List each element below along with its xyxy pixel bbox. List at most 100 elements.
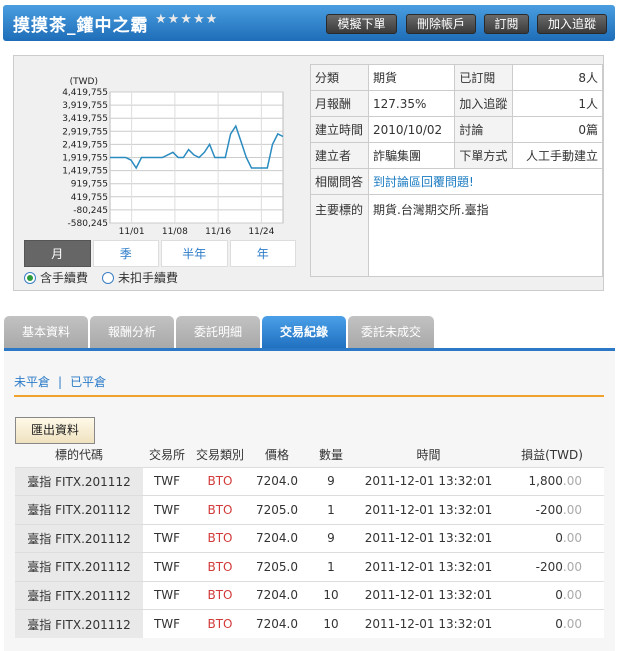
y-tick-label: 4,419,755: [62, 88, 108, 98]
y-tick-label: 419,755: [71, 193, 108, 203]
pl-dec: .00: [562, 617, 582, 631]
cell-type: BTO: [191, 523, 249, 553]
col-header: 交易類別: [195, 448, 244, 463]
info-key: 下單方式: [454, 142, 514, 169]
cell-exchange: TWF: [143, 466, 191, 496]
cell-pl: 0.00: [500, 609, 604, 638]
cell-time: 2011-12-01 13:32:01: [357, 609, 500, 638]
cell-price: 7204.0: [249, 580, 305, 610]
table-row: 臺指 FITX.201112 TWF BTO 7204.0 10 2011-12…: [15, 580, 604, 610]
info-key: 建立者: [310, 142, 369, 169]
info-key: 分類: [310, 64, 369, 91]
pl-int: -200: [535, 559, 563, 574]
y-tick-label: -580,245: [68, 219, 108, 229]
tab-return-analysis[interactable]: 報酬分析: [90, 316, 174, 349]
cell-exchange: TWF: [143, 609, 191, 638]
cell-qty: 9: [305, 466, 357, 496]
tab-order-details[interactable]: 委託明細: [176, 316, 260, 349]
cell-qty: 1: [305, 552, 357, 581]
cell-exchange: TWF: [143, 523, 191, 553]
info-table: 分類 期貨 已訂閱 8人 月報酬 127.35% 加入追蹤 1人 建立時間 20…: [310, 64, 603, 277]
cell-qty: 10: [305, 580, 357, 610]
subscribe-button[interactable]: 訂閱: [484, 14, 529, 34]
table-row: 臺指 FITX.201112 TWF BTO 7204.0 10 2011-12…: [15, 609, 604, 638]
delete-account-button[interactable]: 刪除帳戶: [406, 14, 476, 34]
cell-type: BTO: [191, 466, 249, 496]
info-value: 人工手動建立: [512, 142, 603, 169]
cell-code: 臺指 FITX.201112: [15, 495, 143, 524]
period-quarter[interactable]: 季: [92, 240, 159, 267]
y-axis-label: (TWD): [70, 77, 98, 87]
info-key: 主要標的: [310, 194, 369, 277]
info-value: 詐騙集團: [367, 142, 456, 169]
cell-pl: -200.00: [500, 552, 604, 581]
col-header: 時間: [416, 448, 441, 463]
period-half-year[interactable]: 半年: [161, 240, 228, 267]
cell-type: BTO: [191, 552, 249, 581]
cell-pl: 0.00: [500, 580, 604, 610]
table-row: 臺指 FITX.201112 TWF BTO 7204.0 9 2011-12-…: [15, 466, 604, 496]
closed-positions-link[interactable]: 已平倉: [70, 375, 106, 389]
pl-int: 0: [555, 617, 563, 631]
cell-qty: 1: [305, 495, 357, 524]
position-filter: 未平倉 | 已平倉: [14, 373, 106, 390]
col-header: 損益(TWD): [521, 448, 583, 463]
cell-time: 2011-12-01 13:32:01: [357, 580, 500, 610]
period-year[interactable]: 年: [229, 240, 296, 267]
period-month[interactable]: 月: [24, 240, 91, 267]
pl-int: 0: [555, 531, 563, 546]
radio-label: 含手續費: [40, 271, 89, 285]
cell-type: BTO: [191, 580, 249, 610]
cell-time: 2011-12-01 13:32:01: [357, 466, 500, 496]
y-tick-label: 2,919,755: [62, 127, 108, 137]
info-key: 已訂閱: [454, 64, 514, 91]
tab-trade-records[interactable]: 交易紀錄: [262, 316, 346, 349]
col-header: 價格: [264, 448, 289, 463]
cell-type: BTO: [191, 609, 249, 638]
info-key: 建立時間: [310, 116, 369, 143]
tab-bar: 基本資料 報酬分析 委託明細 交易紀錄 委託未成交: [4, 316, 434, 349]
info-key: 加入追蹤: [454, 90, 514, 117]
add-follow-button[interactable]: 加入追蹤: [537, 14, 607, 34]
info-key: 月報酬: [310, 90, 369, 117]
info-value: 1人: [512, 90, 603, 117]
tab-unfilled-orders[interactable]: 委託未成交: [348, 316, 434, 349]
cell-type: BTO: [191, 495, 249, 524]
divider: |: [58, 375, 63, 389]
pl-dec: .00: [562, 474, 582, 489]
radio-exclude-fee[interactable]: 未扣手續費: [102, 269, 178, 286]
cell-code: 臺指 FITX.201112: [15, 466, 143, 496]
radio-include-fee[interactable]: 含手續費: [24, 269, 88, 286]
period-selector: 月 季 半年 年: [24, 240, 296, 267]
x-tick-label: 11/24: [248, 227, 274, 237]
table-row: 臺指 FITX.201112 TWF BTO 7204.0 9 2011-12-…: [15, 523, 604, 553]
col-header: 數量: [318, 448, 343, 463]
pl-int: -200: [535, 502, 563, 517]
y-tick-label: 1,919,755: [62, 154, 108, 164]
cell-exchange: TWF: [143, 580, 191, 610]
cell-price: 7204.0: [249, 609, 305, 638]
cell-exchange: TWF: [143, 552, 191, 581]
cell-time: 2011-12-01 13:32:01: [357, 523, 500, 553]
tab-basic-info[interactable]: 基本資料: [4, 316, 88, 349]
qa-link[interactable]: 到討論區回覆問題!: [373, 175, 474, 189]
x-tick-label: 11/01: [119, 227, 145, 237]
radio-unchecked-icon: [102, 271, 115, 284]
info-value: 8人: [512, 64, 603, 91]
cell-price: 7204.0: [249, 523, 305, 553]
export-data-button[interactable]: 匯出資料: [15, 417, 95, 444]
info-panel: (TWD) 4,419,755 3,919,755 3,419,755 2,919,75…: [13, 55, 604, 291]
radio-label: 未扣手續費: [118, 271, 179, 285]
cell-qty: 10: [305, 609, 357, 638]
page-title: 摸摸茶_鑵中之霸: [13, 16, 149, 36]
cell-pl: 1,800.00: [500, 466, 604, 496]
cell-qty: 9: [305, 523, 357, 553]
simulate-order-button[interactable]: 模擬下單: [326, 14, 397, 34]
open-positions-link[interactable]: 未平倉: [14, 375, 50, 389]
fee-options: 含手續費 未扣手續費: [24, 269, 178, 286]
performance-chart: (TWD)4,419,755 3,919,755 3,419,755 2,919,75…: [62, 77, 284, 237]
pl-dec: .00: [562, 559, 582, 574]
cell-pl: -200.00: [500, 495, 604, 524]
y-tick-label: 3,419,755: [62, 114, 108, 124]
cell-code: 臺指 FITX.201112: [15, 523, 143, 553]
